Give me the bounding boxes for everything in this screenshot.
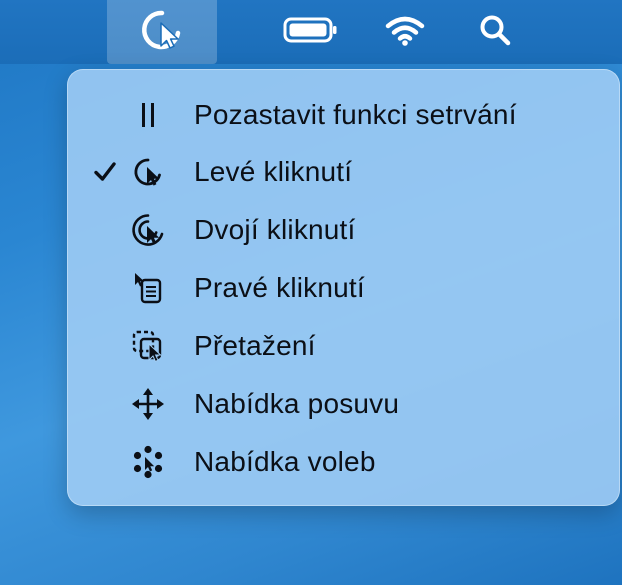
- wifi-icon: [385, 14, 425, 51]
- menu-item-label: Pravé kliknutí: [194, 272, 365, 303]
- pointer-click-icon: [140, 8, 184, 57]
- drag-icon: [131, 320, 165, 372]
- menu-item-scroll-menu[interactable]: Nabídka posuvu: [67, 378, 620, 430]
- menu-item-options-menu[interactable]: Nabídka voleb: [67, 436, 620, 488]
- menu-item-label: Dvojí kliknutí: [194, 214, 356, 245]
- wifi-status[interactable]: [380, 0, 430, 64]
- menu-item-label: Přetažení: [194, 330, 316, 361]
- battery-icon: [283, 16, 339, 49]
- spotlight-search[interactable]: [470, 0, 520, 64]
- menu-item-right-click[interactable]: Pravé kliknutí: [67, 262, 620, 314]
- menu-item-double-click[interactable]: Dvojí kliknutí: [67, 204, 620, 256]
- right-click-icon: [131, 262, 165, 314]
- options-menu-icon: [131, 436, 165, 488]
- double-click-icon: [131, 204, 165, 256]
- scroll-menu-icon: [131, 378, 165, 430]
- menu-item-drag[interactable]: Přetažení: [67, 320, 620, 372]
- menu-item-label: Nabídka posuvu: [194, 388, 400, 419]
- menu-item-pause-dwell[interactable]: Pozastavit funkci setrvání: [67, 89, 620, 141]
- menu-item-left-click[interactable]: Levé kliknutí: [67, 146, 620, 198]
- dwell-control-menu-extra[interactable]: [107, 0, 217, 64]
- battery-status[interactable]: [276, 0, 346, 64]
- menu-bar: [0, 0, 622, 64]
- checkmark-icon: [92, 146, 118, 198]
- left-click-icon: [131, 146, 165, 198]
- dwell-menu: Pozastavit funkci setrvání Levé kliknutí…: [67, 69, 620, 506]
- menu-item-label: Pozastavit funkci setrvání: [194, 99, 517, 130]
- menu-item-label: Nabídka voleb: [194, 446, 376, 477]
- menu-item-label: Levé kliknutí: [194, 156, 353, 187]
- pause-icon: [131, 89, 165, 141]
- search-icon: [478, 13, 512, 52]
